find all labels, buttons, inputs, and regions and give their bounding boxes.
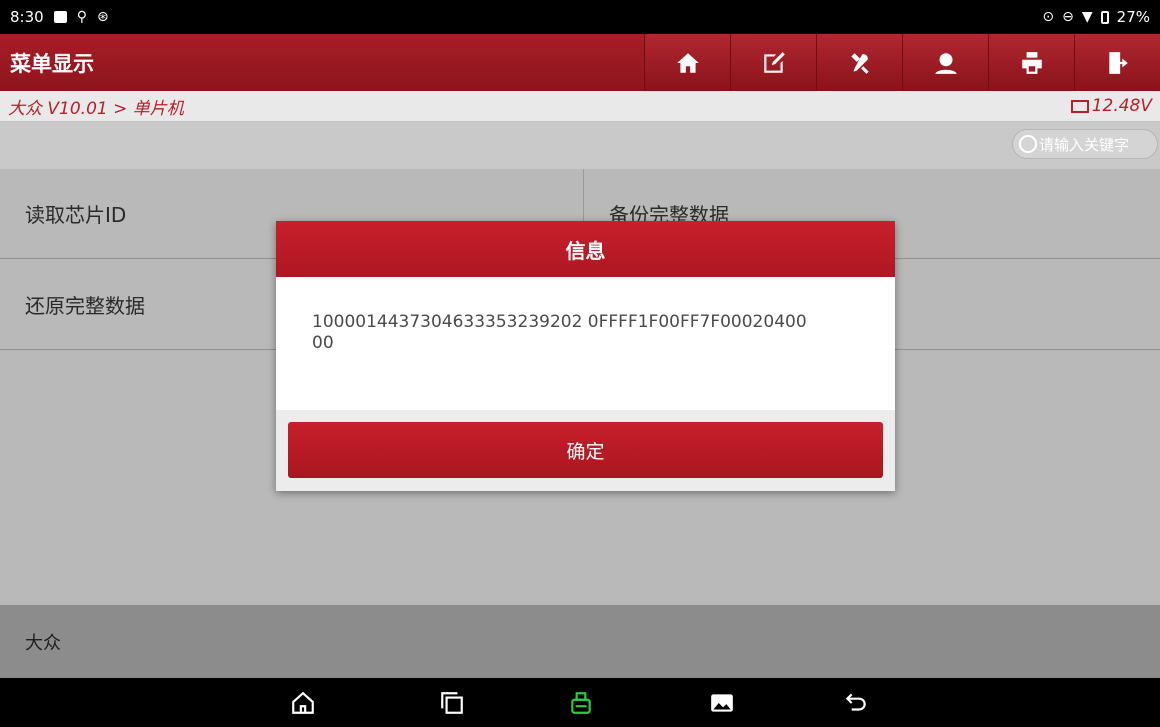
page-title: 菜单显示: [10, 51, 94, 76]
info-dialog: 信息 1000014437304633353239202 0FFFF1F00FF…: [276, 221, 895, 491]
home-button[interactable]: [644, 34, 730, 91]
status-left: 8:30 ⚲ ⊛: [10, 8, 109, 26]
vci-icon: [571, 692, 591, 714]
footer-label: 大众: [25, 632, 61, 654]
back-icon: [845, 693, 866, 711]
nav-back-button[interactable]: [841, 688, 871, 718]
ok-button[interactable]: 确定: [288, 422, 883, 478]
home-icon: [676, 52, 699, 73]
gallery-icon: [711, 694, 733, 712]
search-bar: 请输入关键字: [0, 121, 1160, 169]
search-placeholder: 请输入关键字: [1039, 135, 1130, 154]
image-icon: [53, 11, 67, 23]
bluetooth-icon: ⊛: [96, 9, 109, 25]
dialog-title: 信息: [276, 221, 895, 277]
breadcrumb-bar: 大众 V10.01 > 单片机 12.48V: [0, 91, 1160, 121]
edit-button[interactable]: [730, 34, 816, 91]
dialog-message-text: 1000014437304633353239202 0FFFF1F00FF7F0…: [312, 312, 807, 353]
nav-recents-button[interactable]: [437, 688, 467, 718]
user-icon: [934, 52, 957, 74]
battery-icon: [1100, 10, 1109, 24]
nav-gallery-button[interactable]: [707, 688, 737, 718]
nav-home-button[interactable]: [288, 688, 318, 718]
print-button[interactable]: [988, 34, 1074, 91]
search-icon: [1019, 135, 1037, 153]
dnd-icon: ⊖: [1062, 9, 1074, 25]
usb-icon: ⚲: [76, 9, 87, 25]
tools-icon: [850, 52, 869, 74]
user-button[interactable]: [902, 34, 988, 91]
home-icon: [292, 691, 314, 714]
menu-item-label: 还原完整数据: [25, 294, 145, 318]
wifi-icon: ▼: [1081, 9, 1093, 25]
battery-percent: 27%: [1116, 8, 1150, 26]
voltage-readout: 12.48V: [1070, 96, 1152, 116]
print-icon: [1021, 51, 1042, 74]
nav-vci-button[interactable]: [566, 688, 596, 718]
footer-bar: 大众: [0, 605, 1160, 678]
battery-voltage-icon: [1070, 99, 1089, 113]
status-right: ⊙ ⊖ ▼ 27%: [1042, 8, 1150, 26]
exit-button[interactable]: [1074, 34, 1160, 91]
breadcrumb: 大众 V10.01 > 单片机: [8, 98, 184, 119]
status-time: 8:30: [10, 8, 44, 26]
dialog-message: 1000014437304633353239202 0FFFF1F00FF7F0…: [276, 277, 895, 410]
voltage-value: 12.48V: [1091, 96, 1152, 116]
recents-icon: [441, 692, 463, 714]
tools-button[interactable]: [816, 34, 902, 91]
exit-icon: [1108, 51, 1128, 74]
dialog-footer: 确定: [276, 410, 895, 491]
menu-item-label: 读取芯片ID: [25, 203, 127, 227]
search-input[interactable]: 请输入关键字: [1012, 129, 1158, 159]
nav-bar: [0, 678, 1160, 727]
title-bar: 菜单显示: [0, 34, 1160, 91]
status-bar: 8:30 ⚲ ⊛ ⊙ ⊖ ▼ 27%: [0, 0, 1160, 34]
edit-icon: [763, 51, 785, 73]
location-icon: ⊙: [1042, 9, 1055, 25]
